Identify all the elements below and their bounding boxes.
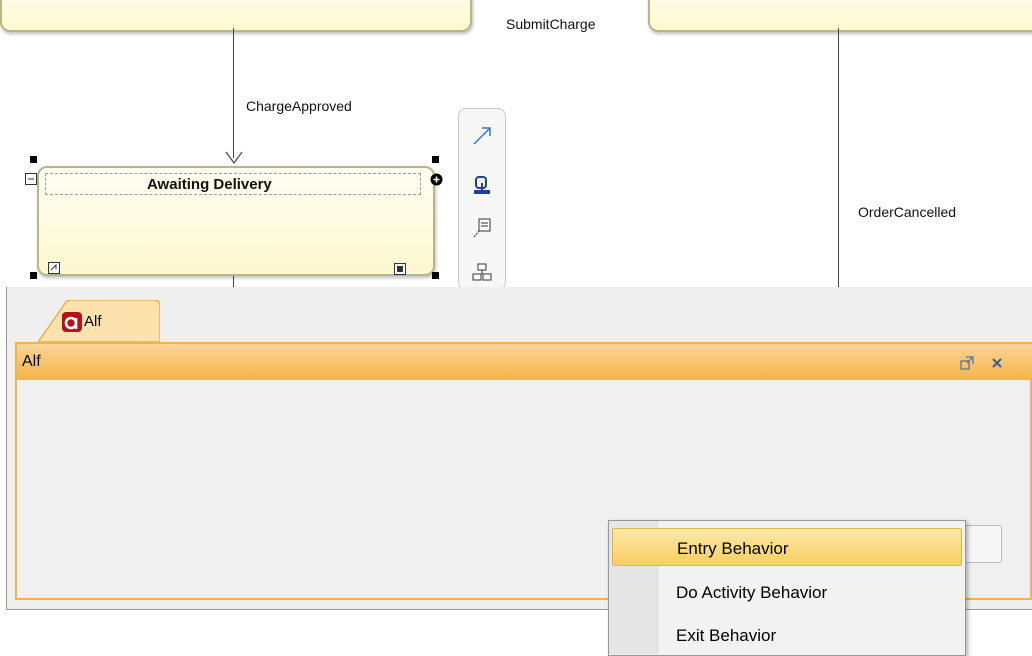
structure-tool-button[interactable] [467,259,497,283]
resize-handle-top-left[interactable] [30,156,37,163]
resize-handle-bottom-left[interactable] [30,272,37,279]
alf-logo-icon [62,312,82,332]
close-icon[interactable] [990,356,1004,370]
tab-alf-label: Alf [84,313,102,330]
alf-title-bar [17,344,1032,380]
state-name-label[interactable]: Awaiting Delivery [147,176,272,193]
menu-item-label: Entry Behavior [677,539,789,558]
structure-icon [472,263,492,281]
user-pin-icon [474,176,490,194]
smart-manipulator-toolbar [458,108,506,290]
menu-item-exit-behavior[interactable]: Exit Behavior [612,616,962,654]
user-pin-tool-button[interactable] [467,171,497,201]
expand-corner-icon[interactable] [48,262,60,274]
transition-label-order-cancelled[interactable]: OrderCancelled [858,204,956,220]
note-tool-button[interactable] [467,213,497,243]
transition-label-submit-charge[interactable]: SubmitCharge [506,16,596,32]
float-window-icon[interactable] [960,356,974,370]
state-top-left[interactable] [0,0,472,32]
resize-handle-bottom-right[interactable] [432,272,439,279]
transition-line-order-cancelled[interactable] [838,28,839,287]
menu-item-entry-behavior[interactable]: Entry Behavior [612,528,962,566]
menu-item-label: Do Activity Behavior [676,583,828,602]
menu-item-do-activity-behavior[interactable]: Do Activity Behavior [612,573,962,611]
decomposition-icon[interactable] [394,263,406,275]
add-connection-icon[interactable] [430,173,443,186]
resize-handle-top-right[interactable] [432,156,439,163]
note-icon [473,218,491,238]
transition-tool-button[interactable] [467,121,497,151]
menu-item-label: Exit Behavior [676,626,777,645]
transition-line-charge-approved[interactable] [233,28,234,158]
alf-title: Alf [22,353,41,370]
collapse-icon[interactable] [25,173,37,185]
transition-label-charge-approved[interactable]: ChargeApproved [246,98,352,114]
state-top-right[interactable] [648,0,1032,32]
transition-arrow-icon [473,127,491,145]
transition-arrowhead-icon [225,151,243,165]
state-diagram-canvas: SubmitCharge ChargeApproved OrderCancell… [0,0,1032,290]
